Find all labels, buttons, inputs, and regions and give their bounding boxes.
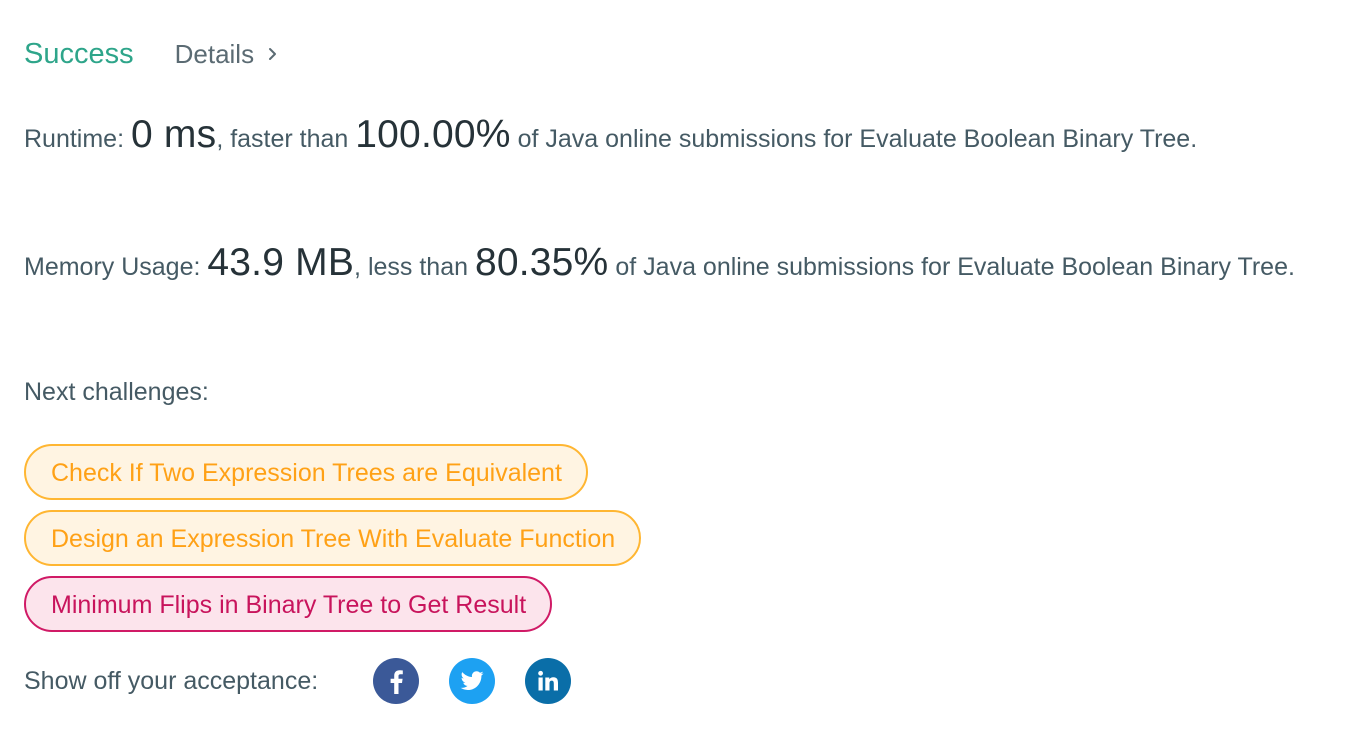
runtime-label: Runtime:: [24, 125, 131, 153]
challenge-chip-equivalent-trees[interactable]: Check If Two Expression Trees are Equiva…: [24, 444, 588, 500]
linkedin-share-button[interactable]: [525, 658, 572, 704]
linkedin-icon: [538, 670, 559, 691]
result-header: Success Details: [24, 34, 280, 74]
chevron-right-icon: [269, 48, 277, 60]
memory-percent: 80.35%: [474, 241, 609, 284]
social-buttons: [373, 658, 601, 704]
facebook-share-button[interactable]: [373, 658, 420, 704]
runtime-suffix: of Java online submissions for Evaluate …: [510, 125, 1198, 153]
status-text: Success: [24, 38, 134, 70]
facebook-icon: [390, 670, 403, 694]
details-link[interactable]: Details: [175, 34, 280, 74]
twitter-icon: [460, 671, 484, 690]
next-challenges-label: Next challenges:: [24, 378, 209, 406]
memory-comparison: , less than: [354, 253, 475, 281]
runtime-comparison: , faster than: [216, 125, 356, 153]
share-label: Show off your acceptance:: [24, 667, 319, 695]
runtime-stat: Runtime: 0 ms, faster than 100.00% of Ja…: [24, 114, 1314, 160]
details-label: Details: [174, 39, 255, 69]
runtime-value: 0 ms: [130, 113, 217, 156]
memory-suffix: of Java online submissions for Evaluate …: [608, 253, 1295, 281]
memory-label: Memory Usage:: [24, 253, 208, 281]
challenge-list: Check If Two Expression Trees are Equiva…: [24, 444, 642, 642]
memory-value: 43.9 MB: [207, 241, 355, 284]
challenge-chip-design-expression-tree[interactable]: Design an Expression Tree With Evaluate …: [24, 510, 642, 566]
twitter-share-button[interactable]: [449, 658, 496, 704]
memory-stat: Memory Usage: 43.9 MB, less than 80.35% …: [24, 242, 1314, 288]
challenge-chip-minimum-flips[interactable]: Minimum Flips in Binary Tree to Get Resu…: [24, 576, 553, 632]
runtime-percent: 100.00%: [355, 113, 511, 156]
share-row: Show off your acceptance:: [24, 658, 601, 704]
